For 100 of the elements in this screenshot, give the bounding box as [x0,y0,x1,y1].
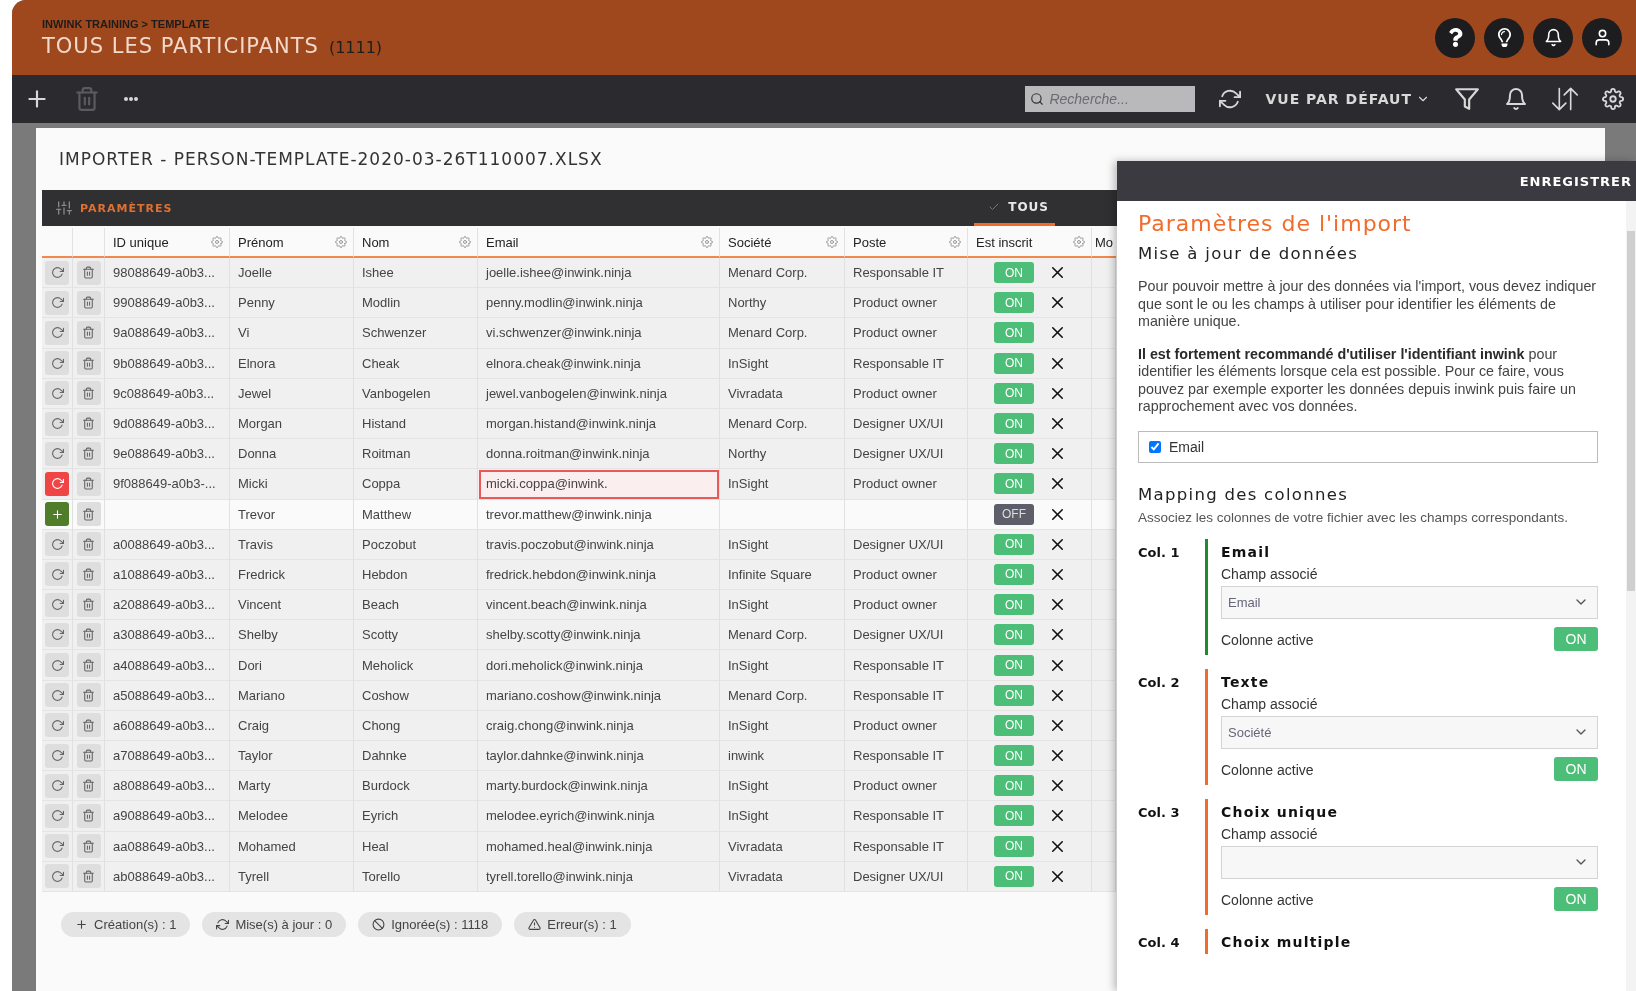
sync-button[interactable] [45,622,69,647]
refresh-button[interactable] [1219,88,1242,110]
sync-button[interactable] [45,713,69,738]
sync-button[interactable] [45,864,69,889]
delete-button[interactable] [76,351,101,376]
delete-button[interactable] [76,320,101,345]
checkbox[interactable] [1149,440,1161,453]
delete-button[interactable] [76,290,101,315]
toggle-switch[interactable]: ON [994,654,1034,676]
sync-button[interactable] [45,562,69,587]
toggle-switch[interactable]: ON [994,382,1034,404]
delete-button[interactable] [76,562,101,587]
toggle-switch[interactable]: ON [994,443,1034,465]
table-cell: Menard Corp. [720,258,845,289]
settings-button[interactable] [1602,88,1624,110]
toggle-switch[interactable]: ON [994,835,1034,857]
settings-label[interactable]: PARAMÈTRES [80,201,173,215]
toggle-switch[interactable]: ON [994,262,1034,284]
summary-chip[interactable]: Erreur(s) : 1 [514,911,631,937]
sync-button[interactable] [45,290,69,315]
toggle-switch[interactable]: ON [994,775,1034,797]
delete-button[interactable] [76,803,101,828]
column-title[interactable]: Est inscrit [976,234,1033,250]
toggle-switch[interactable]: ON [994,563,1034,585]
toggle-switch[interactable]: ON [1554,886,1598,911]
sync-button[interactable] [45,471,69,496]
column-title[interactable]: Prénom [238,234,284,250]
toggle-switch[interactable]: ON [994,594,1034,616]
toggle-switch[interactable]: ON [994,473,1034,495]
save-button[interactable]: ENREGISTRER [1519,173,1636,189]
sync-button[interactable] [45,381,69,406]
sort-button[interactable] [1552,86,1578,112]
checkbox-label[interactable]: Email [1169,438,1204,455]
sync-button[interactable] [45,803,69,828]
sync-button[interactable] [45,351,69,376]
sync-button[interactable] [45,532,69,557]
delete-button[interactable] [76,834,101,859]
delete-button[interactable] [76,713,101,738]
toggle-switch[interactable]: ON [994,684,1034,706]
delete-button[interactable] [76,381,101,406]
sync-icon [50,567,64,581]
delete-button[interactable] [76,260,101,285]
toggle-switch[interactable]: ON [994,533,1034,555]
toggle-switch[interactable]: ON [1554,626,1598,651]
toggle-switch[interactable]: ON [994,292,1034,314]
summary-chip[interactable]: Ignorée(s) : 1118 [358,911,503,937]
delete-button[interactable] [76,622,101,647]
toggle-switch[interactable]: ON [994,745,1034,767]
sync-button[interactable] [45,411,69,436]
delete-button[interactable] [76,683,101,708]
delete-button[interactable] [76,653,101,678]
sync-button[interactable] [45,320,69,345]
sync-button[interactable] [45,773,69,798]
toggle-switch[interactable]: ON [994,714,1034,736]
select-field[interactable] [1221,845,1598,879]
sync-button[interactable] [45,743,69,768]
column-title[interactable]: Poste [853,234,887,250]
help-button[interactable] [1435,17,1475,58]
toggle-switch[interactable]: ON [994,865,1034,887]
delete-button[interactable] [76,743,101,768]
delete-button[interactable] [76,592,101,617]
delete-button[interactable] [76,502,101,527]
sync-button[interactable] [45,592,69,617]
search-field[interactable]: Recherche... [1025,86,1196,112]
summary-chip[interactable]: Mise(s) à jour : 0 [202,911,347,937]
add-button[interactable] [45,502,69,527]
sync-button[interactable] [45,260,69,285]
sync-button[interactable] [45,653,69,678]
column-title[interactable]: Nom [362,234,390,250]
delete-button[interactable] [76,471,101,496]
lightbulb-button[interactable] [1484,17,1524,58]
user-button[interactable] [1582,17,1622,58]
view-dropdown[interactable]: VUE PAR DÉFAUT [1265,91,1430,107]
delete-button[interactable] [74,86,100,112]
column-title[interactable]: Société [728,234,772,250]
notifications-button[interactable] [1504,87,1528,111]
toggle-switch[interactable]: ON [994,413,1034,435]
toggle-switch[interactable]: ON [994,624,1034,646]
sync-button[interactable] [45,441,69,466]
select-field[interactable]: Société [1221,715,1598,749]
summary-chip[interactable]: Création(s) : 1 [61,911,191,937]
toggle-switch[interactable]: ON [994,352,1034,374]
toggle-switch[interactable]: ON [994,322,1034,344]
column-title[interactable]: Email [486,234,519,250]
notifications-button[interactable] [1533,17,1573,58]
more-button[interactable] [124,97,138,101]
scrollbar[interactable] [1626,201,1636,991]
sync-button[interactable] [45,683,69,708]
filter-button[interactable] [1454,86,1480,112]
delete-button[interactable] [76,864,101,889]
toggle-switch[interactable]: OFF [994,503,1034,525]
toggle-switch[interactable]: ON [1554,756,1598,781]
delete-button[interactable] [76,441,101,466]
sync-button[interactable] [45,834,69,859]
toggle-switch[interactable]: ON [994,805,1034,827]
column-title[interactable]: ID unique [113,234,169,250]
delete-button[interactable] [76,773,101,798]
delete-button[interactable] [76,411,101,436]
delete-button[interactable] [76,532,101,557]
select-field[interactable]: Email [1221,585,1598,619]
